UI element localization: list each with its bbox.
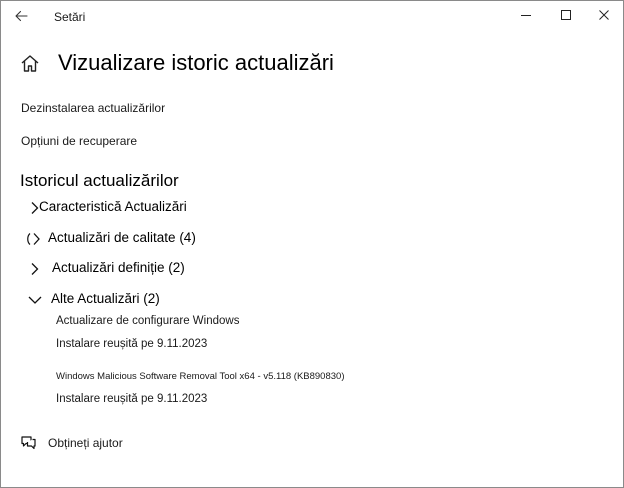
minimize-icon — [507, 1, 545, 31]
app-title: Setări — [54, 10, 86, 24]
group-quality-updates[interactable]: Actualizări de calitate (4) — [21, 227, 421, 249]
maximize-icon — [547, 1, 585, 31]
recovery-options-link[interactable]: Opțiuni de recuperare — [21, 134, 137, 148]
group-label: Caracteristică Actualizări — [39, 199, 187, 214]
group-feature-updates[interactable]: Caracteristică Actualizări — [21, 196, 421, 218]
close-button[interactable] — [585, 1, 623, 31]
chevron-right-icon — [25, 231, 41, 247]
get-help-link[interactable]: Obțineți ajutor — [20, 433, 220, 453]
update-name[interactable]: Windows Malicious Software Removal Tool … — [56, 371, 344, 382]
uninstall-updates-link[interactable]: Dezinstalarea actualizărilor — [21, 101, 165, 115]
update-history-heading: Istoricul actualizărilor — [20, 171, 179, 190]
update-status: Instalare reușită pe 9.11.2023 — [56, 393, 208, 405]
back-arrow-icon — [5, 3, 37, 29]
update-status: Instalare reușită pe 9.11.2023 — [56, 338, 208, 350]
minimize-button[interactable] — [507, 1, 545, 31]
help-label: Obțineți ajutor — [48, 436, 123, 450]
chevron-right-icon — [27, 261, 43, 277]
group-definition-updates[interactable]: Actualizări definiție (2) — [21, 257, 421, 279]
maximize-button[interactable] — [547, 1, 585, 31]
page-title: Vizualizare istoric actualizări — [58, 50, 334, 75]
home-icon — [18, 52, 42, 76]
close-icon — [585, 1, 623, 31]
title-bar: Setări — [1, 1, 623, 31]
help-chat-icon — [20, 434, 37, 450]
back-button[interactable] — [5, 3, 37, 29]
group-label: Actualizări de calitate (4) — [48, 230, 196, 245]
group-label: Actualizări definiție (2) — [52, 260, 185, 275]
group-other-updates[interactable]: Alte Actualizări (2) — [21, 288, 421, 310]
chevron-down-icon — [27, 292, 43, 308]
home-button[interactable] — [18, 52, 42, 76]
settings-window: Setări Vizualizare istoric actualizări D… — [0, 0, 624, 488]
group-label: Alte Actualizări (2) — [51, 291, 160, 306]
update-name[interactable]: Actualizare de configurare Windows — [56, 315, 239, 327]
